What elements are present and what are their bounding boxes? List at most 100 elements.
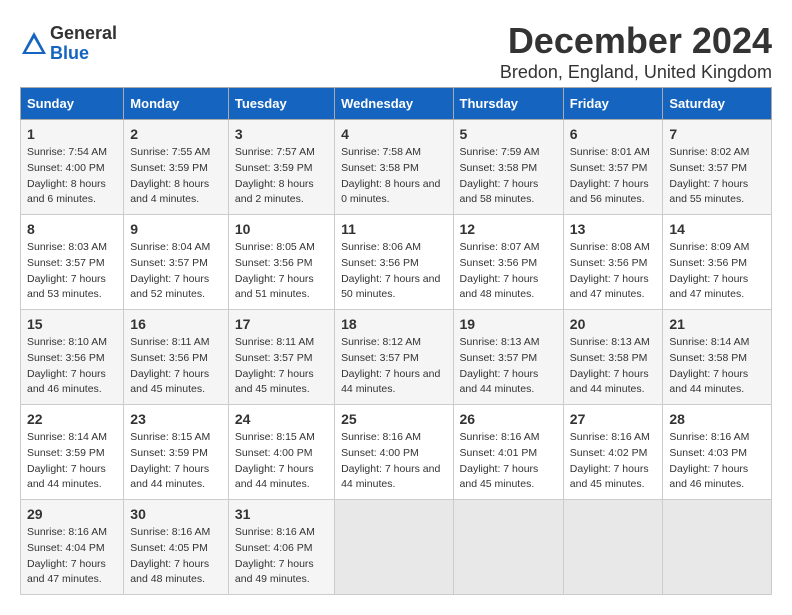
day-info: Sunrise: 8:13 AMSunset: 3:58 PMDaylight:… — [570, 335, 657, 398]
day-number: 4 — [341, 126, 446, 142]
calendar-cell — [663, 500, 772, 595]
day-number: 3 — [235, 126, 328, 142]
day-info: Sunrise: 8:02 AMSunset: 3:57 PMDaylight:… — [669, 145, 765, 208]
calendar-cell: 19 Sunrise: 8:13 AMSunset: 3:57 PMDayligh… — [453, 310, 563, 405]
calendar-cell: 24 Sunrise: 8:15 AMSunset: 4:00 PMDayligh… — [228, 405, 334, 500]
calendar-cell: 7Sunrise: 8:02 AMSunset: 3:57 PMDaylight… — [663, 120, 772, 215]
day-info: Sunrise: 7:54 AMSunset: 4:00 PMDaylight:… — [27, 145, 117, 208]
day-info: Sunrise: 8:16 AMSunset: 4:02 PMDaylight:… — [570, 430, 657, 493]
calendar-cell: 20 Sunrise: 8:13 AMSunset: 3:58 PMDayligh… — [563, 310, 663, 405]
calendar-cell: 28 Sunrise: 8:16 AMSunset: 4:03 PMDayligh… — [663, 405, 772, 500]
day-info: Sunrise: 8:16 AMSunset: 4:05 PMDaylight:… — [130, 525, 222, 588]
day-info: Sunrise: 8:11 AMSunset: 3:56 PMDaylight:… — [130, 335, 222, 398]
logo: General Blue — [20, 24, 117, 64]
week-row-2: 8Sunrise: 8:03 AMSunset: 3:57 PMDaylight… — [21, 215, 772, 310]
header-day-sunday: Sunday — [21, 88, 124, 120]
day-info: Sunrise: 8:01 AMSunset: 3:57 PMDaylight:… — [570, 145, 657, 208]
day-info: Sunrise: 8:03 AMSunset: 3:57 PMDaylight:… — [27, 240, 117, 303]
calendar-cell: 27 Sunrise: 8:16 AMSunset: 4:02 PMDayligh… — [563, 405, 663, 500]
day-info: Sunrise: 8:16 AMSunset: 4:04 PMDaylight:… — [27, 525, 117, 588]
day-number: 27 — [570, 411, 657, 427]
calendar-cell: 18Sunrise: 8:12 AMSunset: 3:57 PMDayligh… — [335, 310, 453, 405]
calendar-cell: 10 Sunrise: 8:05 AMSunset: 3:56 PMDayligh… — [228, 215, 334, 310]
calendar-cell: 30 Sunrise: 8:16 AMSunset: 4:05 PMDayligh… — [124, 500, 229, 595]
day-number: 6 — [570, 126, 657, 142]
day-info: Sunrise: 8:09 AMSunset: 3:56 PMDaylight:… — [669, 240, 765, 303]
logo-blue: Blue — [50, 44, 117, 64]
day-info: Sunrise: 8:13 AMSunset: 3:57 PMDaylight:… — [460, 335, 557, 398]
day-number: 22 — [27, 411, 117, 427]
header-day-wednesday: Wednesday — [335, 88, 453, 120]
day-info: Sunrise: 8:16 AMSunset: 4:06 PMDaylight:… — [235, 525, 328, 588]
calendar-cell: 4 Sunrise: 7:58 AMSunset: 3:58 PMDaylight… — [335, 120, 453, 215]
calendar-table: SundayMondayTuesdayWednesdayThursdayFrid… — [20, 87, 772, 595]
calendar-cell: 1Sunrise: 7:54 AMSunset: 4:00 PMDaylight… — [21, 120, 124, 215]
day-number: 9 — [130, 221, 222, 237]
day-info: Sunrise: 8:07 AMSunset: 3:56 PMDaylight:… — [460, 240, 557, 303]
calendar-cell: 6 Sunrise: 8:01 AMSunset: 3:57 PMDaylight… — [563, 120, 663, 215]
week-row-4: 22 Sunrise: 8:14 AMSunset: 3:59 PMDayligh… — [21, 405, 772, 500]
header-day-saturday: Saturday — [663, 88, 772, 120]
day-number: 30 — [130, 506, 222, 522]
calendar-cell: 9Sunrise: 8:04 AMSunset: 3:57 PMDaylight… — [124, 215, 229, 310]
day-info: Sunrise: 8:10 AMSunset: 3:56 PMDaylight:… — [27, 335, 117, 398]
day-number: 20 — [570, 316, 657, 332]
main-title: December 2024 — [500, 20, 772, 62]
calendar-cell: 5 Sunrise: 7:59 AMSunset: 3:58 PMDaylight… — [453, 120, 563, 215]
day-info: Sunrise: 8:05 AMSunset: 3:56 PMDaylight:… — [235, 240, 328, 303]
day-info: Sunrise: 8:16 AMSunset: 4:03 PMDaylight:… — [669, 430, 765, 493]
calendar-cell: 2 Sunrise: 7:55 AMSunset: 3:59 PMDaylight… — [124, 120, 229, 215]
day-number: 5 — [460, 126, 557, 142]
day-number: 18 — [341, 316, 446, 332]
day-info: Sunrise: 8:16 AMSunset: 4:00 PMDaylight:… — [341, 430, 446, 493]
day-info: Sunrise: 8:15 AMSunset: 4:00 PMDaylight:… — [235, 430, 328, 493]
day-info: Sunrise: 8:06 AMSunset: 3:56 PMDaylight:… — [341, 240, 446, 303]
calendar-cell: 13Sunrise: 8:08 AMSunset: 3:56 PMDayligh… — [563, 215, 663, 310]
day-info: Sunrise: 8:15 AMSunset: 3:59 PMDaylight:… — [130, 430, 222, 493]
day-number: 19 — [460, 316, 557, 332]
header-day-monday: Monday — [124, 88, 229, 120]
day-number: 2 — [130, 126, 222, 142]
day-info: Sunrise: 8:11 AMSunset: 3:57 PMDaylight:… — [235, 335, 328, 398]
day-info: Sunrise: 7:57 AMSunset: 3:59 PMDaylight:… — [235, 145, 328, 208]
calendar-cell: 23Sunrise: 8:15 AMSunset: 3:59 PMDayligh… — [124, 405, 229, 500]
calendar-cell: 25Sunrise: 8:16 AMSunset: 4:00 PMDayligh… — [335, 405, 453, 500]
day-number: 10 — [235, 221, 328, 237]
day-number: 29 — [27, 506, 117, 522]
day-number: 11 — [341, 221, 446, 237]
calendar-cell: 8Sunrise: 8:03 AMSunset: 3:57 PMDaylight… — [21, 215, 124, 310]
page-header: General Blue December 2024 Bredon, Engla… — [20, 20, 772, 83]
calendar-cell — [563, 500, 663, 595]
day-number: 17 — [235, 316, 328, 332]
logo-icon — [20, 30, 48, 58]
title-block: December 2024 Bredon, England, United Ki… — [500, 20, 772, 83]
week-row-5: 29 Sunrise: 8:16 AMSunset: 4:04 PMDayligh… — [21, 500, 772, 595]
calendar-cell: 21Sunrise: 8:14 AMSunset: 3:58 PMDayligh… — [663, 310, 772, 405]
calendar-cell: 31 Sunrise: 8:16 AMSunset: 4:06 PMDayligh… — [228, 500, 334, 595]
calendar-cell: 14 Sunrise: 8:09 AMSunset: 3:56 PMDayligh… — [663, 215, 772, 310]
header-day-thursday: Thursday — [453, 88, 563, 120]
header-day-tuesday: Tuesday — [228, 88, 334, 120]
day-info: Sunrise: 7:59 AMSunset: 3:58 PMDaylight:… — [460, 145, 557, 208]
day-number: 28 — [669, 411, 765, 427]
day-info: Sunrise: 8:16 AMSunset: 4:01 PMDaylight:… — [460, 430, 557, 493]
day-number: 14 — [669, 221, 765, 237]
calendar-cell: 12Sunrise: 8:07 AMSunset: 3:56 PMDayligh… — [453, 215, 563, 310]
day-number: 13 — [570, 221, 657, 237]
calendar-cell: 22 Sunrise: 8:14 AMSunset: 3:59 PMDayligh… — [21, 405, 124, 500]
calendar-cell: 3 Sunrise: 7:57 AMSunset: 3:59 PMDaylight… — [228, 120, 334, 215]
week-row-1: 1Sunrise: 7:54 AMSunset: 4:00 PMDaylight… — [21, 120, 772, 215]
logo-general: General — [50, 24, 117, 44]
day-info: Sunrise: 8:14 AMSunset: 3:59 PMDaylight:… — [27, 430, 117, 493]
day-info: Sunrise: 7:58 AMSunset: 3:58 PMDaylight:… — [341, 145, 446, 208]
day-number: 31 — [235, 506, 328, 522]
day-number: 24 — [235, 411, 328, 427]
day-info: Sunrise: 7:55 AMSunset: 3:59 PMDaylight:… — [130, 145, 222, 208]
day-info: Sunrise: 8:14 AMSunset: 3:58 PMDaylight:… — [669, 335, 765, 398]
calendar-header-row: SundayMondayTuesdayWednesdayThursdayFrid… — [21, 88, 772, 120]
subtitle: Bredon, England, United Kingdom — [500, 62, 772, 83]
calendar-cell: 26 Sunrise: 8:16 AMSunset: 4:01 PMDayligh… — [453, 405, 563, 500]
day-number: 26 — [460, 411, 557, 427]
calendar-cell: 17 Sunrise: 8:11 AMSunset: 3:57 PMDayligh… — [228, 310, 334, 405]
header-day-friday: Friday — [563, 88, 663, 120]
